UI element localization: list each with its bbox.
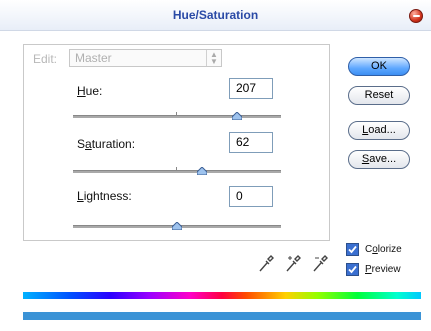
hue-label: Hue: (77, 84, 103, 98)
load-button[interactable]: Load... (348, 121, 410, 140)
dropdown-arrows-icon: ▲ ▼ (206, 50, 221, 66)
lightness-slider-thumb[interactable] (172, 222, 182, 230)
saturation-label: Saturation: (77, 137, 136, 151)
eyedropper-icon[interactable] (258, 255, 274, 273)
lightness-slider-track[interactable] (73, 222, 281, 230)
hue-slider-track[interactable] (73, 112, 281, 120)
eyedropper-minus-icon[interactable] (312, 255, 328, 273)
saturation-slider-thumb[interactable] (196, 167, 207, 175)
edit-label: Edit: (33, 52, 58, 66)
preview-checkbox[interactable] (346, 263, 359, 276)
ok-button[interactable]: OK (348, 57, 410, 76)
edit-dropdown-value: Master (75, 51, 112, 65)
hue-value-field[interactable]: 207 (229, 78, 273, 99)
saturation-value-field[interactable]: 62 (229, 132, 273, 153)
saturation-center-tick (176, 167, 177, 171)
preview-label: Preview (365, 264, 401, 275)
close-button[interactable] (409, 9, 423, 23)
save-button[interactable]: Save... (348, 150, 410, 169)
output-hue-spectrum-bar (23, 312, 421, 320)
hue-center-tick (176, 112, 177, 116)
adjustment-group (23, 44, 330, 241)
close-icon (412, 15, 420, 17)
lightness-label: Lightness: (77, 189, 132, 203)
saturation-slider-track[interactable] (73, 167, 281, 175)
edit-dropdown: Master ▲ ▼ (69, 49, 222, 67)
reset-button[interactable]: Reset (348, 86, 410, 105)
title-bar: Hue/Saturation (0, 0, 431, 31)
input-hue-spectrum-bar (23, 292, 421, 299)
colorize-label: Colorize (365, 244, 402, 255)
colorize-checkbox[interactable] (346, 243, 359, 256)
eyedropper-plus-icon[interactable] (285, 255, 301, 273)
hue-saturation-dialog: Hue/Saturation Edit: Master ▲ ▼ Hue: 207 … (0, 0, 431, 331)
dialog-title: Hue/Saturation (172, 8, 259, 22)
hue-slider-thumb[interactable] (232, 112, 243, 120)
lightness-value-field[interactable]: 0 (229, 186, 273, 207)
